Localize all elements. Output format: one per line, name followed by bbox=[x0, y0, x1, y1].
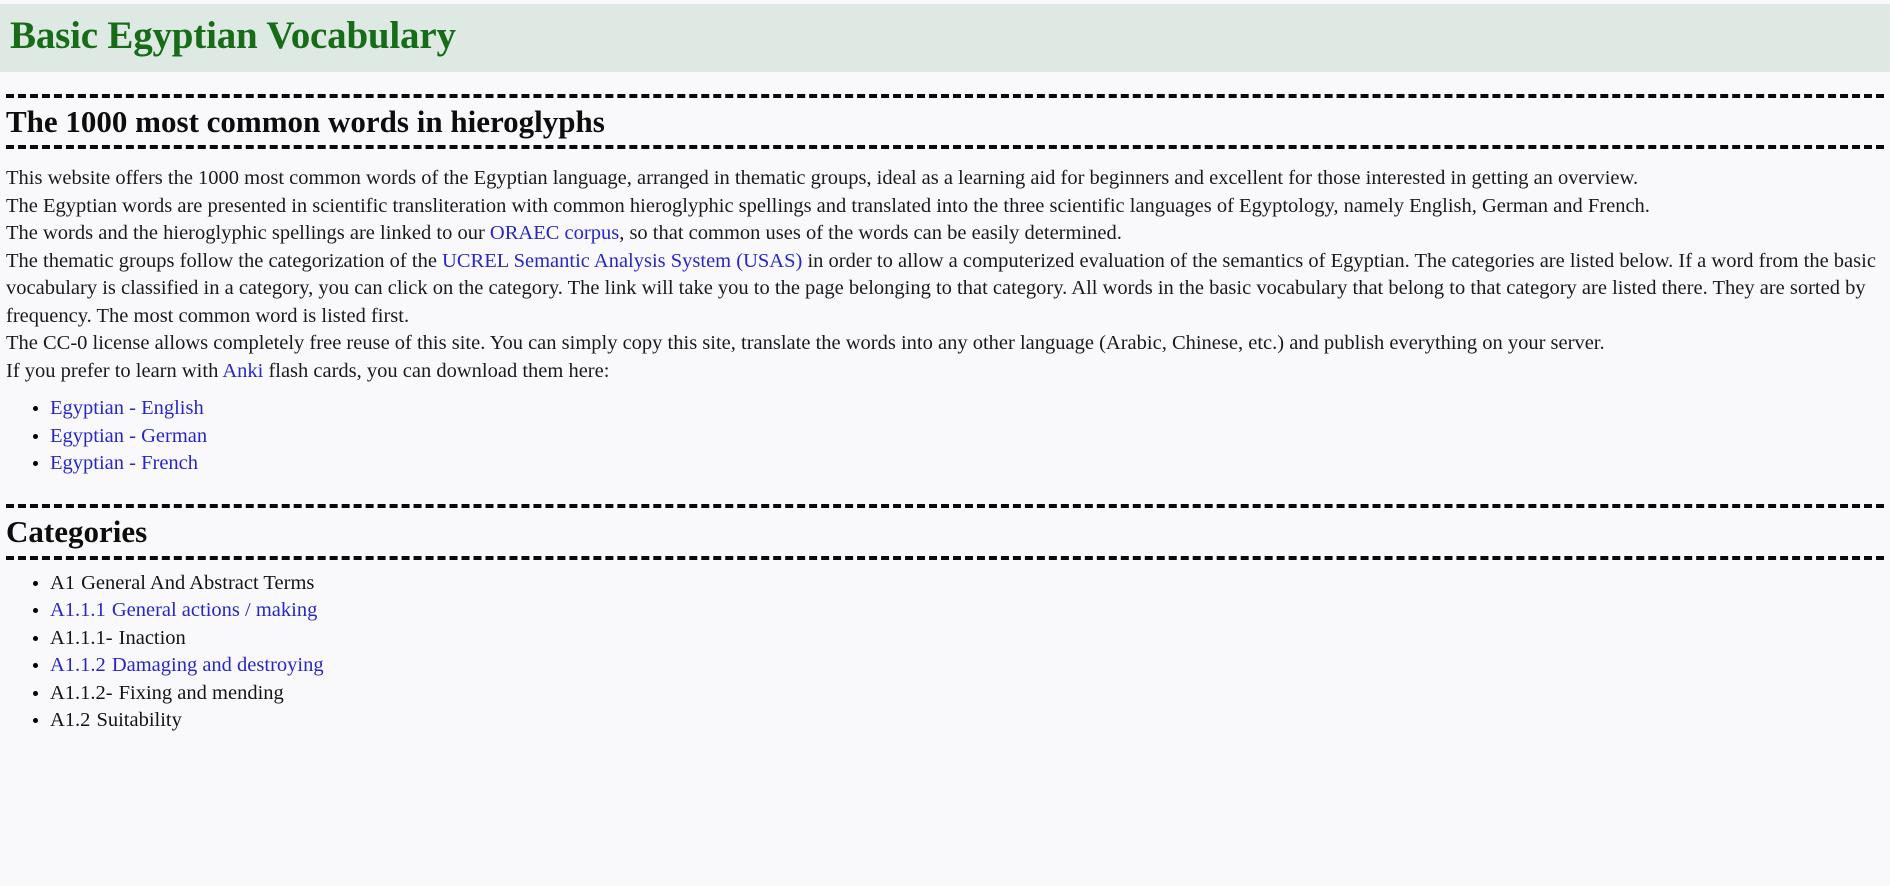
download-link-egyptian-french[interactable]: Egyptian - French bbox=[50, 452, 198, 474]
intro-line-1: This website offers the 1000 most common… bbox=[6, 167, 1639, 190]
category-code: A1.1.1 bbox=[50, 599, 106, 622]
intro-line-3-before: The words and the hieroglyphic spellings… bbox=[6, 222, 490, 245]
category-code: A1.1.1- bbox=[50, 626, 113, 649]
list-item: A1.2Suitability bbox=[50, 707, 1884, 735]
page-content: The 1000 most common words in hieroglyph… bbox=[0, 93, 1890, 735]
category-name: General And Abstract Terms bbox=[81, 571, 315, 594]
download-link-egyptian-german[interactable]: Egyptian - German bbox=[50, 425, 207, 447]
category-link-a111[interactable]: A1.1.1 General actions / making bbox=[50, 599, 317, 621]
list-item: A1.1.2-Fixing and mending bbox=[50, 680, 1884, 708]
list-item: Egyptian - French bbox=[50, 450, 1884, 478]
intro-line-5: The CC-0 license allows completely free … bbox=[6, 332, 1605, 355]
download-list: Egyptian - English Egyptian - German Egy… bbox=[6, 395, 1884, 478]
category-name: General actions / making bbox=[111, 599, 318, 622]
category-list: A1General And Abstract Terms A1.1.1Gener… bbox=[6, 570, 1884, 735]
intro-line-6-before: If you prefer to learn with bbox=[6, 359, 223, 382]
category-code: A1 bbox=[50, 571, 76, 594]
anki-link[interactable]: Anki bbox=[222, 360, 263, 382]
category-name: Inaction bbox=[118, 626, 186, 649]
site-banner: Basic Egyptian Vocabulary bbox=[0, 4, 1890, 72]
list-item: A1General And Abstract Terms bbox=[50, 570, 1884, 598]
intro-text: This website offers the 1000 most common… bbox=[6, 149, 1884, 385]
intro-line-4-before: The thematic groups follow the categoriz… bbox=[6, 249, 443, 272]
intro-line-6-after: flash cards, you can download them here: bbox=[263, 359, 610, 382]
intro-line-4: The thematic groups follow the categoriz… bbox=[6, 248, 1884, 331]
intro-line-3: The words and the hieroglyphic spellings… bbox=[6, 220, 1884, 248]
section-heading-categories: Categories bbox=[6, 503, 1884, 560]
usas-link[interactable]: UCREL Semantic Analysis System (USAS) bbox=[442, 250, 802, 272]
category-name: Suitability bbox=[96, 709, 182, 732]
download-link-egyptian-english[interactable]: Egyptian - English bbox=[50, 397, 204, 419]
category-name: Fixing and mending bbox=[118, 681, 284, 704]
category-code: A1.1.2- bbox=[50, 681, 113, 704]
category-link-a112[interactable]: A1.1.2 Damaging and destroying bbox=[50, 654, 324, 676]
list-item: Egyptian - English bbox=[50, 395, 1884, 423]
category-name: Damaging and destroying bbox=[111, 654, 324, 677]
category-code: A1.1.2 bbox=[50, 654, 106, 677]
list-item: Egyptian - German bbox=[50, 423, 1884, 451]
intro-line-2: The Egyptian words are presented in scie… bbox=[6, 194, 1650, 217]
intro-line-3-after: , so that common uses of the words can b… bbox=[619, 222, 1122, 245]
intro-line-6: If you prefer to learn with Anki flash c… bbox=[6, 358, 1884, 386]
section-heading-main: The 1000 most common words in hieroglyph… bbox=[6, 93, 1884, 150]
list-item[interactable]: A1.1.1General actions / making bbox=[50, 597, 1884, 625]
page-title: Basic Egyptian Vocabulary bbox=[10, 14, 456, 57]
oraec-corpus-link[interactable]: ORAEC corpus bbox=[490, 222, 619, 244]
list-item[interactable]: A1.1.2Damaging and destroying bbox=[50, 652, 1884, 680]
category-code: A1.2 bbox=[50, 709, 91, 732]
list-item: A1.1.1-Inaction bbox=[50, 625, 1884, 653]
